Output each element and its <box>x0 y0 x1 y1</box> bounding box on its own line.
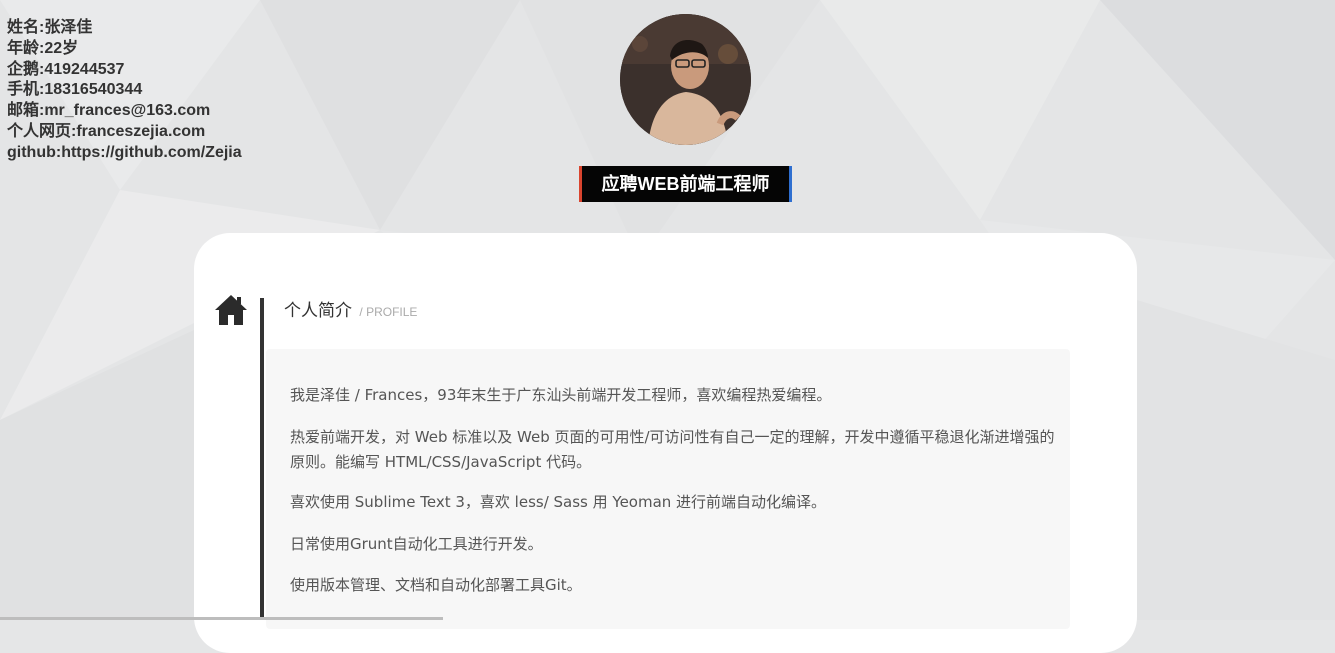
profile-paragraph-3: 喜欢使用 Sublime Text 3，喜欢 less/ Sass 用 Yeom… <box>290 493 827 511</box>
profile-paragraph-4: 日常使用Grunt自动化工具进行开发。 <box>290 535 543 553</box>
avatar <box>620 14 751 145</box>
contact-homepage: 个人网页:franceszejia.com <box>7 122 206 140</box>
contact-email: 邮箱:mr_frances@163.com <box>7 102 211 120</box>
section-title-profile: 个人简介 / PROFILE <box>284 296 417 321</box>
profile-paragraph-2: 热爱前端开发，对 Web 标准以及 Web 页面的可用性/可访问性有自己一定的理… <box>290 428 1055 471</box>
job-title-banner: 应聘WEB前端工程师 <box>579 166 792 202</box>
section-subtitle: / PROFILE <box>359 305 418 319</box>
contact-qq: 企鹅:419244537 <box>7 60 125 78</box>
contact-phone: 手机:18316540344 <box>7 81 143 99</box>
profile-paragraph-1: 我是泽佳 / Frances，93年末生于广东汕头前端开发工程师，喜欢编程热爱编… <box>290 386 832 404</box>
contact-github: github:https://github.com/Zejia <box>7 143 242 161</box>
contact-name: 姓名:张泽佳 <box>7 19 93 36</box>
contact-info: 姓名:张泽佳 年龄:22岁 企鹅:419244537 手机:1831654034… <box>7 18 242 164</box>
home-icon <box>215 295 247 325</box>
profile-paragraph-5: 使用版本管理、文档和自动化部署工具Git。 <box>290 576 582 594</box>
section-title-text: 个人简介 <box>284 301 352 321</box>
contact-age: 年龄:22岁 <box>7 39 79 57</box>
avatar-photo <box>620 14 751 145</box>
timeline-line <box>260 298 264 620</box>
